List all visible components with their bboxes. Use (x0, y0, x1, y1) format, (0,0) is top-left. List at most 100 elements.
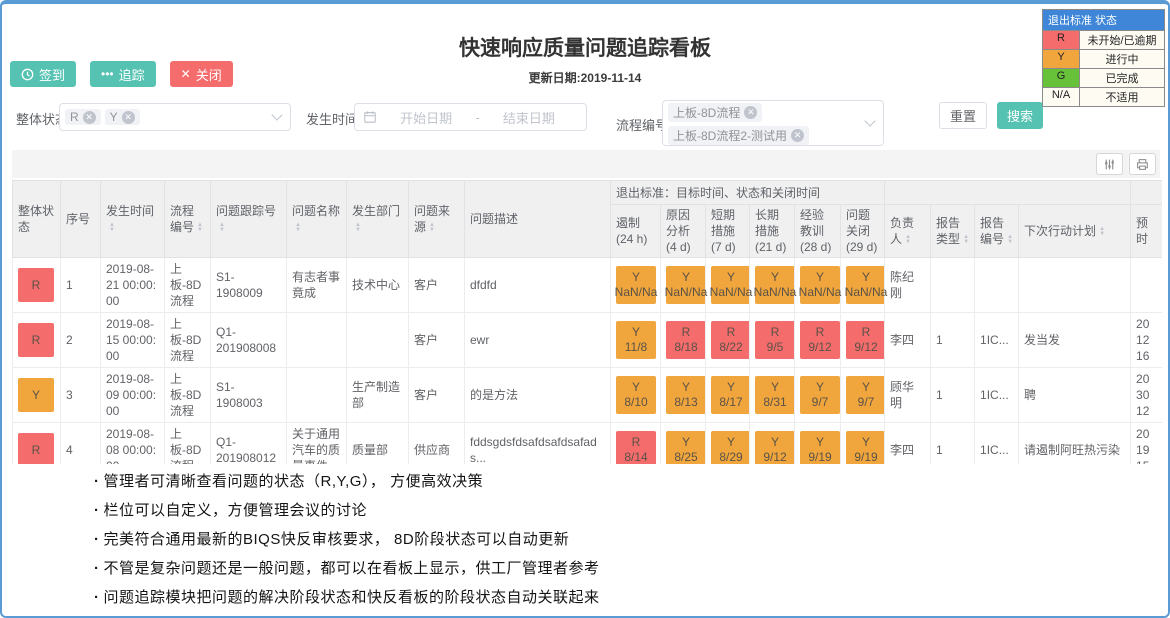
cell-stage: Y8/25 (661, 423, 706, 465)
sort-down-arrow: ▼ (197, 228, 203, 233)
stage-badge: R9/12 (800, 321, 840, 359)
cell-seq: 1 (61, 258, 101, 313)
calendar-icon (363, 110, 377, 124)
cell-stage: R8/22 (706, 313, 750, 368)
legend-status-label: 未开始/已逾期 (1080, 31, 1164, 49)
cell-dept: 生产制造部 (347, 368, 409, 423)
cell-stage: Y9/12 (750, 423, 795, 465)
date-range-input[interactable]: 开始日期 - 结束日期 (354, 103, 587, 131)
tag-remove-icon[interactable]: ✕ (83, 111, 96, 124)
track-button[interactable]: ••• 追踪 (90, 61, 156, 87)
stage-date: 8/31 (763, 395, 786, 410)
cell-stage: Y9/19 (795, 423, 841, 465)
stage-date: 9/19 (854, 450, 877, 464)
column-header[interactable]: 流程编号▲▼ (165, 181, 211, 258)
flow-select[interactable]: 上板-8D流程✕ 上板-8D流程2-测试用✕ (662, 100, 884, 146)
column-header[interactable]: 问题来源▲▼ (409, 181, 465, 258)
column-header[interactable]: 报告编号▲▼ (975, 205, 1019, 258)
print-button[interactable] (1129, 153, 1156, 175)
stage-badge: YNaN/Na (846, 266, 886, 304)
tag-remove-icon[interactable]: ✕ (744, 106, 757, 119)
note-bullet-icon: · (94, 472, 100, 492)
column-header: 问题描述 (465, 181, 611, 258)
sort-icon: ▲▼ (295, 223, 301, 233)
feature-notes: ·管理者可清晰查看问题的状态（R,Y,G）， 方便高效决策 ·栏位可以自定义，方便… (94, 472, 600, 617)
legend-status-code: G (1043, 69, 1080, 87)
stage-badge: YNaN/Na (755, 266, 795, 304)
cell-eta: 20 12 16 (1131, 313, 1162, 368)
overall-status-badge: R (18, 268, 54, 302)
stage-date: 8/25 (674, 450, 697, 464)
cell-source: 客户 (409, 313, 465, 368)
stage-column-header: 经验教训(28 d) (795, 205, 841, 258)
tag-remove-icon[interactable]: ✕ (791, 129, 804, 142)
cell-source: 供应商 (409, 423, 465, 465)
sort-icon: ▲▼ (355, 223, 361, 233)
stage-date: 8/17 (719, 395, 742, 410)
column-header[interactable]: 问题跟踪号▲▼ (211, 181, 287, 258)
note-bullet-icon: · (94, 530, 100, 550)
stage-column-header: 短期措施(7 d) (706, 205, 750, 258)
cell-seq: 3 (61, 368, 101, 423)
date-filter-label: 发生时间 (306, 109, 358, 128)
stage-status: R (632, 435, 641, 450)
note-item: ·管理者可清晰查看问题的状态（R,Y,G）， 方便高效决策 (94, 472, 600, 492)
status-tags: R✕Y✕ (65, 107, 144, 127)
sort-down-arrow: ▼ (429, 228, 435, 233)
group-header-spacer (885, 181, 1131, 205)
stage-date: 8/13 (674, 395, 697, 410)
cell-report-no: 1IC... (975, 368, 1019, 423)
stage-status: Y (771, 435, 779, 450)
stage-status: R (862, 325, 871, 340)
column-header[interactable]: 报告类型▲▼ (931, 205, 975, 258)
date-end-placeholder: 结束日期 (480, 108, 578, 127)
stage-date: NaN/Na (665, 285, 708, 300)
cell-desc: fddsgdsfdsafdsafdsafads... (465, 423, 611, 465)
cell-flow: 上板-8D流程 (165, 423, 211, 465)
cell-report-type: 1 (931, 368, 975, 423)
stage-date: NaN/Na (710, 285, 753, 300)
column-header[interactable]: 负责人▲▼ (885, 205, 931, 258)
flow-tag: 上板-8D流程✕ (668, 103, 762, 122)
cell-next-action: 请遏制阿旺热污染 (1019, 423, 1131, 465)
note-item: ·栏位可以自定义，方便管理会议的讨论 (94, 501, 600, 521)
column-header[interactable]: 问题名称▲▼ (287, 181, 347, 258)
status-select[interactable]: R✕Y✕ (59, 103, 291, 131)
stage-badge: Y9/19 (846, 431, 886, 464)
note-text: 不管是复杂问题还是一般问题，都可以在看板上显示，供工厂管理者参考 (104, 559, 600, 579)
sort-icon: ▲▼ (219, 223, 225, 233)
note-bullet-icon: · (94, 559, 100, 579)
overall-status-badge: R (18, 433, 54, 464)
cell-stage: Y8/13 (661, 368, 706, 423)
stage-badge: Y8/29 (711, 431, 751, 464)
column-header[interactable]: 发生部门▲▼ (347, 181, 409, 258)
sort-icon: ▲▼ (963, 235, 969, 245)
column-header[interactable]: 下次行动计划▲▼ (1019, 205, 1131, 258)
search-button[interactable]: 搜索 (997, 102, 1043, 129)
column-settings-button[interactable] (1096, 153, 1123, 175)
sort-icon: ▲▼ (197, 223, 203, 233)
cell-stage: Y8/10 (611, 368, 661, 423)
flow-tag: 上板-8D流程2-测试用✕ (668, 126, 809, 145)
close-button[interactable]: ✕ 关闭 (170, 61, 233, 87)
page-title: 快速响应质量问题追踪看板 (2, 32, 1168, 62)
cell-track-no: Q1-201908008 (211, 313, 287, 368)
cell-dept (347, 313, 409, 368)
sort-down-arrow: ▼ (905, 240, 911, 245)
stage-status: Y (771, 270, 779, 285)
tag-remove-icon[interactable]: ✕ (122, 111, 135, 124)
sign-in-button[interactable]: 签到 (10, 61, 76, 87)
cell-desc: 的是方法 (465, 368, 611, 423)
note-item: ·完美符合通用最新的BIQS快反审核要求， 8D阶段状态可以自动更新 (94, 530, 600, 550)
stage-status: R (816, 325, 825, 340)
status-tag-label: R (70, 110, 79, 124)
stage-date: NaN/Na (799, 285, 842, 300)
date-start-placeholder: 开始日期 (377, 108, 475, 127)
stage-date: 8/22 (719, 340, 742, 355)
stage-badge: Y9/19 (800, 431, 840, 464)
reset-button[interactable]: 重置 (939, 102, 987, 129)
cell-dept: 质量部 (347, 423, 409, 465)
cell-stage: R9/12 (841, 313, 885, 368)
column-header[interactable]: 发生时间▲▼ (101, 181, 165, 258)
cell-seq: 2 (61, 313, 101, 368)
